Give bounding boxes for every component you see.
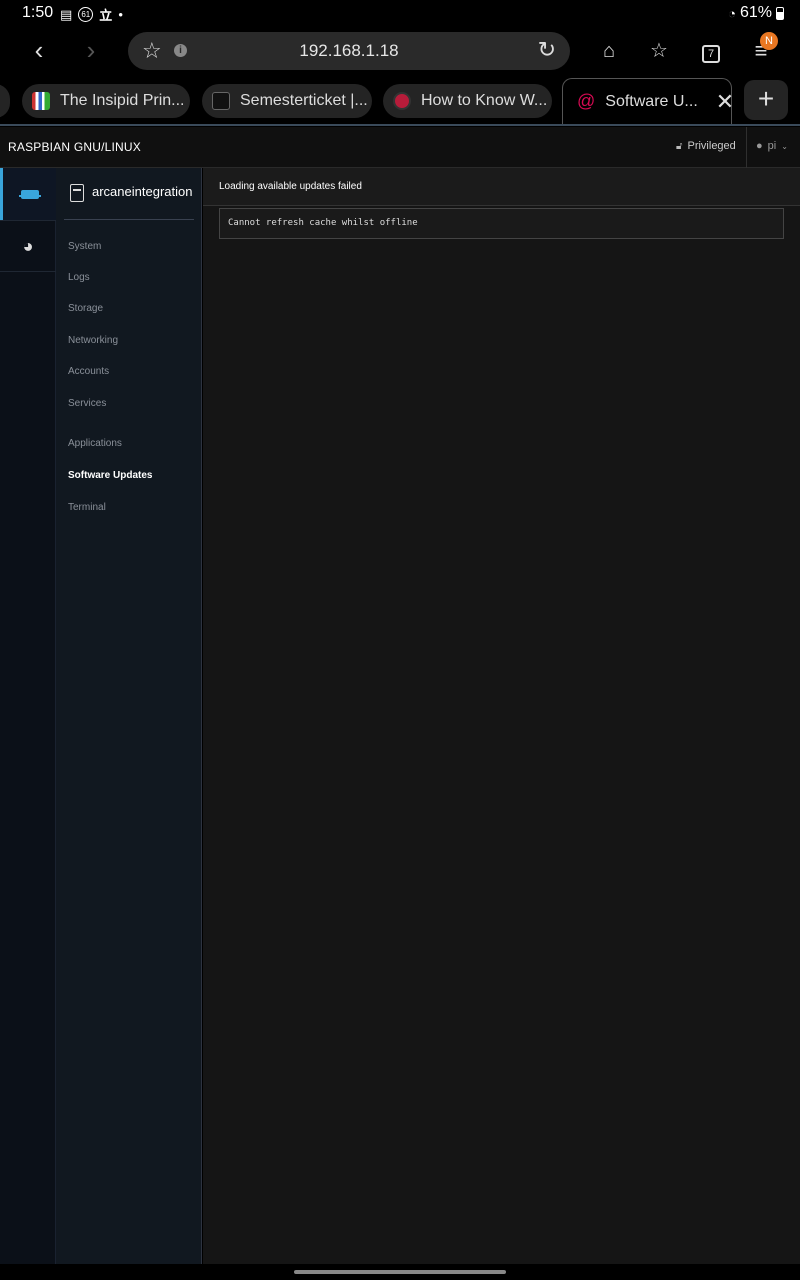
host-nav-button[interactable] — [0, 168, 56, 220]
tab-item[interactable]: The Insipid Prin... — [22, 84, 190, 118]
nav-item-services[interactable]: Services — [68, 398, 106, 409]
tab-strip: The Insipid Prin... Semesterticket |... … — [0, 74, 800, 126]
nav-item-terminal[interactable]: Terminal — [68, 502, 106, 513]
error-detail-box: Cannot refresh cache whilst offline — [219, 208, 784, 239]
battery-icon — [776, 6, 784, 20]
battery-percent: 61% — [739, 4, 772, 21]
app-notification-icon: 立 — [99, 8, 113, 23]
tab-item-active[interactable]: @ Software U... ✕ — [562, 78, 734, 124]
address-bar[interactable]: ☆ i 192.168.1.18 ↻ — [128, 32, 570, 70]
tab-item[interactable]: Semesterticket |... — [202, 84, 372, 118]
debian-favicon-icon: @ — [577, 91, 596, 111]
close-tab-icon[interactable]: ✕ — [716, 89, 734, 115]
alert-message: Loading available updates failed — [219, 181, 362, 192]
nav-item-logs[interactable]: Logs — [68, 272, 90, 283]
url-text[interactable]: 192.168.1.18 — [128, 41, 570, 61]
host-name: arcaneintegration — [92, 184, 193, 199]
error-detail-text: Cannot refresh cache whilst offline — [228, 218, 418, 228]
library-favicon-icon — [32, 92, 50, 110]
menu-badge: N — [760, 32, 778, 50]
wifi-icon: ◔ — [728, 5, 736, 21]
dot-icon: • — [118, 7, 123, 22]
unlock-icon: 🔓︎ — [676, 140, 683, 152]
cockpit-nav-sidebar: arcaneintegration System Logs Storage Ne… — [56, 168, 202, 1264]
cockpit-icon-sidebar: ◕ — [0, 168, 56, 1264]
status-bar: 1:50 ▤ 61 立 • ◔ 61% — [0, 0, 800, 28]
error-alert: Loading available updates failed — [203, 168, 800, 206]
browser-toolbar: ‹ › ☆ i 192.168.1.18 ↻ ⌂ ☆ 7 ≡ N — [0, 28, 800, 74]
reload-icon[interactable]: ↻ — [538, 37, 556, 63]
nav-item-system[interactable]: System — [68, 241, 101, 252]
nav-item-networking[interactable]: Networking — [68, 335, 118, 346]
dashboard-icon: ◕ — [22, 235, 34, 256]
tab-count: 7 — [702, 45, 720, 63]
header-divider — [746, 127, 747, 168]
nav-item-software-updates[interactable]: Software Updates — [68, 470, 152, 481]
user-menu[interactable]: ● pi ⌄ — [756, 140, 788, 152]
status-time: 1:50 — [22, 4, 54, 21]
tab-partial[interactable] — [0, 84, 10, 118]
host-icon — [70, 184, 84, 202]
host-selector[interactable]: arcaneintegration — [64, 178, 194, 220]
nav-item-applications[interactable]: Applications — [68, 438, 122, 449]
calendar-icon: ▤ — [60, 6, 73, 22]
privileged-label: Privileged — [687, 140, 736, 152]
nav-item-storage[interactable]: Storage — [68, 303, 103, 314]
forward-button[interactable]: › — [76, 36, 106, 66]
home-gesture-handle[interactable] — [294, 1270, 506, 1274]
raspberry-favicon-icon — [393, 92, 411, 110]
new-tab-button[interactable]: + — [744, 80, 788, 120]
chevron-down-icon: ⌄ — [781, 141, 788, 151]
tab-label: The Insipid Prin... — [60, 92, 185, 109]
server-icon — [18, 189, 41, 199]
tab-label: Software U... — [605, 92, 698, 110]
user-icon: ● — [756, 140, 763, 152]
main-content: Loading available updates failed Cannot … — [203, 168, 800, 1264]
notification-count-icon: 61 — [78, 7, 94, 22]
nav-item-accounts[interactable]: Accounts — [68, 366, 109, 377]
tab-label: Semesterticket |... — [240, 92, 368, 109]
user-name: pi — [767, 140, 777, 152]
home-icon[interactable]: ⌂ — [594, 36, 624, 66]
tabs-button[interactable]: 7 — [696, 36, 726, 66]
bookmarks-icon[interactable]: ☆ — [644, 36, 674, 66]
tab-label: How to Know W... — [421, 92, 548, 109]
dashboard-nav-button[interactable]: ◕ — [0, 220, 56, 272]
university-favicon-icon — [212, 92, 230, 110]
os-brand: RASPBIAN GNU/LINUX — [8, 140, 141, 154]
privileged-button[interactable]: 🔓︎ Privileged — [676, 140, 736, 152]
tab-item[interactable]: How to Know W... — [383, 84, 552, 118]
cockpit-header: RASPBIAN GNU/LINUX 🔓︎ Privileged ● pi ⌄ — [0, 127, 800, 168]
back-button[interactable]: ‹ — [24, 36, 54, 66]
